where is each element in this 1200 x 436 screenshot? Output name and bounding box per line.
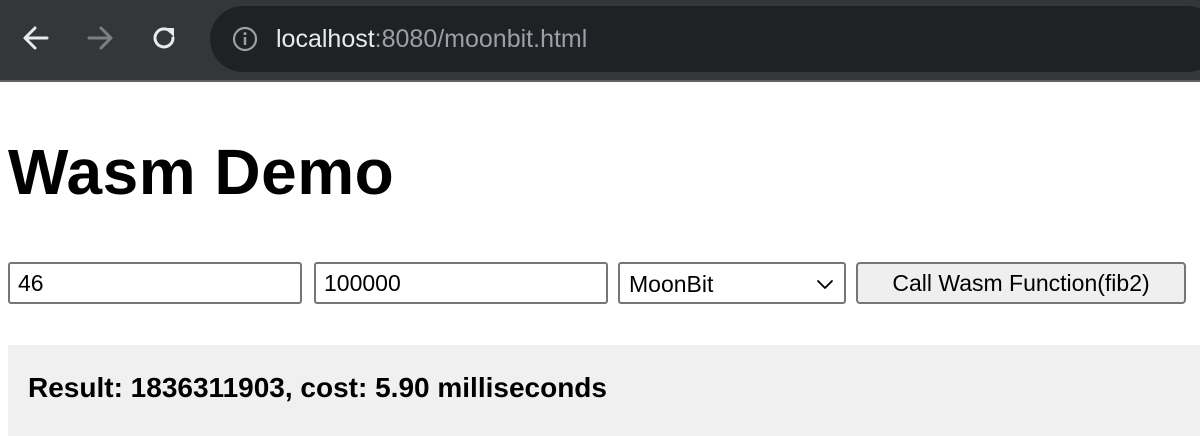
back-button[interactable] [18, 20, 54, 56]
reload-button[interactable] [146, 20, 182, 56]
forward-button[interactable] [82, 20, 118, 56]
reload-icon [153, 27, 175, 49]
url-text[interactable]: localhost:8080/moonbit.html [276, 24, 587, 54]
arrow-right-icon [87, 26, 113, 50]
arrow-left-icon [23, 26, 49, 50]
toolbar-divider [0, 80, 1200, 82]
language-select[interactable]: MoonBit [618, 262, 846, 304]
n-input[interactable] [8, 262, 302, 304]
page-title: Wasm Demo [8, 136, 395, 208]
address-bar[interactable]: localhost:8080/moonbit.html [210, 6, 1200, 72]
iterations-input[interactable] [314, 262, 608, 304]
info-icon[interactable] [232, 26, 258, 52]
result-text: Result: 1836311903, cost: 5.90 milliseco… [28, 372, 607, 403]
url-host: localhost [276, 25, 375, 53]
browser-toolbar: localhost:8080/moonbit.html [0, 0, 1200, 80]
chevron-down-icon [817, 280, 833, 289]
url-path: :8080/moonbit.html [374, 25, 588, 53]
result-panel: Result: 1836311903, cost: 5.90 milliseco… [8, 345, 1200, 436]
call-wasm-button[interactable]: Call Wasm Function(fib2) [856, 262, 1186, 304]
language-select-value: MoonBit [629, 271, 714, 297]
